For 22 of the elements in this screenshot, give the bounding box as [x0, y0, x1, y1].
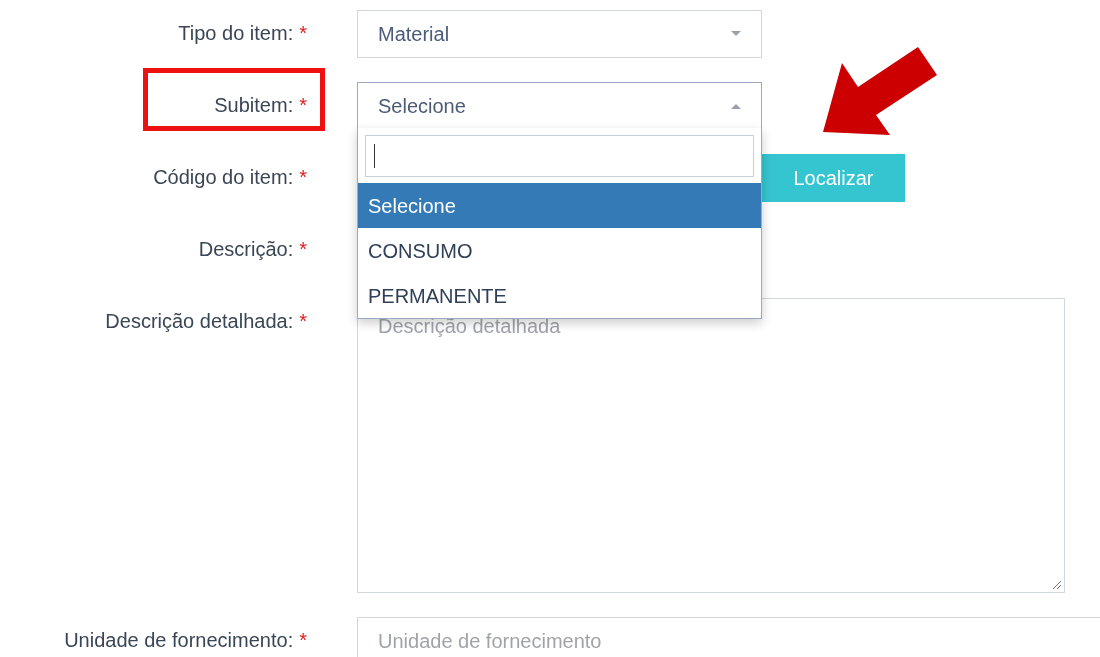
required-mark: * [299, 165, 307, 190]
required-mark: * [299, 21, 307, 46]
field-label: Tipo do item: [178, 21, 294, 46]
caret-down-icon [731, 31, 741, 37]
required-mark: * [299, 93, 307, 118]
resize-handle-icon[interactable] [1050, 578, 1062, 590]
select-field[interactable]: Selecione [357, 82, 762, 130]
caret-up-icon [731, 103, 741, 109]
field-label: Descrição: [198, 237, 294, 262]
dropdown-option[interactable]: CONSUMO [358, 228, 761, 273]
required-mark: * [299, 237, 307, 262]
text-field[interactable]: Unidade de fornecimento [357, 617, 1100, 657]
search-field[interactable] [365, 135, 754, 177]
field-label: Subitem: [214, 93, 294, 118]
text-cursor [374, 144, 375, 168]
select-field[interactable]: Material [357, 10, 762, 58]
dropdown-option[interactable]: Selecione [358, 183, 761, 228]
field-label: Código do item: [153, 165, 294, 190]
required-mark: * [299, 628, 307, 653]
required-mark: * [299, 309, 307, 334]
field-label: Descrição detalhada: [105, 309, 294, 334]
field-label: Unidade de fornecimento: [64, 628, 294, 653]
